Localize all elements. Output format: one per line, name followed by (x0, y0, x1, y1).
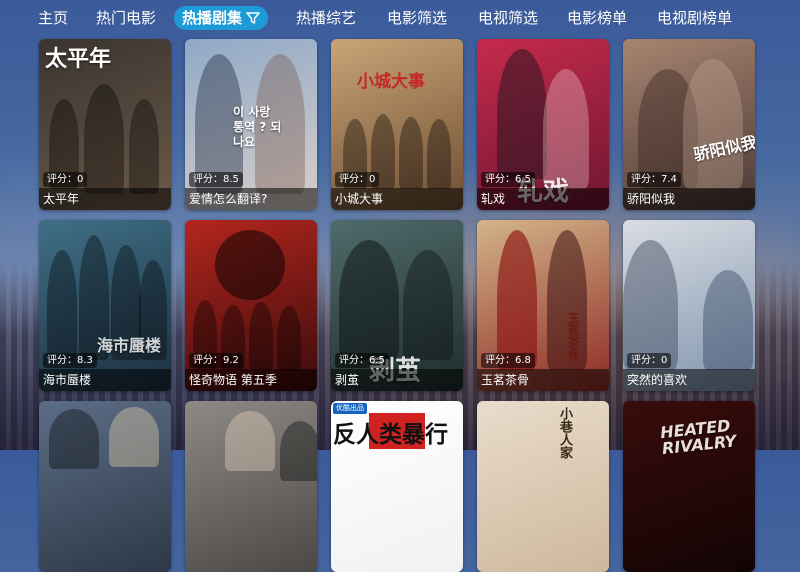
card-title: 剥茧 (331, 369, 463, 391)
poster-text: 小巷人家 (557, 407, 572, 459)
rating-badge: 评分：6.5 (481, 172, 535, 187)
card-title: 爱情怎么翻译? (185, 188, 317, 210)
nav-hot-series[interactable]: 热播剧集 (174, 6, 269, 30)
poster-text: 太平年 (45, 46, 112, 72)
media-card[interactable] (185, 401, 317, 572)
card-title: 玉茗茶骨 (477, 369, 609, 391)
media-card[interactable]: 太平年 评分：0 太平年 (39, 39, 171, 210)
rating-badge: 评分：0 (627, 353, 672, 368)
poster-text: 이 사랑 통역 ? 되나요 (233, 105, 282, 149)
nav-tv-charts[interactable]: 电视剧榜单 (657, 6, 732, 30)
media-card[interactable]: 小巷人家 (477, 401, 609, 572)
rating-badge: 评分：8.5 (189, 172, 243, 187)
nav-hot-series-label: 热播剧集 (182, 9, 243, 27)
poster-image: 优酷出品 反人类暴行 (331, 401, 463, 572)
nav-home[interactable]: 主页 (38, 6, 68, 30)
media-card[interactable] (39, 401, 171, 572)
filter-icon (246, 11, 260, 25)
poster-text: 玉茗茶骨 (566, 312, 580, 360)
media-card[interactable]: 이 사랑 통역 ? 되나요 评分：8.5 爱情怎么翻译? (185, 39, 317, 210)
media-card[interactable]: 玉茗茶骨 评分：6.8 玉茗茶骨 (477, 220, 609, 391)
card-title: 怪奇物语 第五季 (185, 369, 317, 391)
media-card[interactable]: HEATED RIVALRY (623, 401, 755, 572)
nav-hot-variety[interactable]: 热播综艺 (296, 6, 356, 30)
media-card[interactable]: 优酷出品 反人类暴行 (331, 401, 463, 572)
media-card[interactable]: 剥茧 评分：6.5 剥茧 (331, 220, 463, 391)
media-card[interactable]: 海市蜃楼 评分：8.3 海市蜃楼 (39, 220, 171, 391)
nav-movie-filter[interactable]: 电影筛选 (387, 6, 447, 30)
rating-badge: 评分：8.3 (43, 353, 97, 368)
top-navigation: 主页 热门电影 热播剧集 热播综艺 电影筛选 电视筛选 电影榜单 电视剧榜单 (0, 0, 800, 36)
nav-tv-filter[interactable]: 电视筛选 (478, 6, 538, 30)
rating-badge: 评分：6.5 (335, 353, 389, 368)
rating-badge: 评分：0 (335, 172, 380, 187)
media-card[interactable]: 评分：9.2 怪奇物语 第五季 (185, 220, 317, 391)
poster-image: 小巷人家 (477, 401, 609, 572)
poster-text: 反人类暴行 (333, 422, 448, 448)
rating-badge: 评分：0 (43, 172, 88, 187)
card-title: 小城大事 (331, 188, 463, 210)
nav-movie-charts[interactable]: 电影榜单 (567, 6, 627, 30)
poster-text: 小城大事 (357, 72, 425, 92)
media-card[interactable]: 小城大事 评分：0 小城大事 (331, 39, 463, 210)
card-title: 突然的喜欢 (623, 369, 755, 391)
poster-image (39, 401, 171, 572)
media-card[interactable]: 轧戏 评分：6.5 轧戏 (477, 39, 609, 210)
poster-image: HEATED RIVALRY (623, 401, 755, 572)
nav-hot-movies[interactable]: 热门电影 (96, 6, 156, 30)
media-card[interactable]: 骄阳似我 评分：7.4 骄阳似我 (623, 39, 755, 210)
card-title: 骄阳似我 (623, 188, 755, 210)
card-title: 轧戏 (477, 188, 609, 210)
rating-badge: 评分：7.4 (627, 172, 681, 187)
poster-text: 海市蜃楼 (97, 336, 162, 355)
rating-badge: 评分：9.2 (189, 353, 243, 368)
rating-badge: 评分：6.8 (481, 353, 535, 368)
card-title: 海市蜃楼 (39, 369, 171, 391)
media-card[interactable]: 评分：0 突然的喜欢 (623, 220, 755, 391)
studio-badge: 优酷出品 (333, 403, 367, 414)
poster-image (185, 401, 317, 572)
card-title: 太平年 (39, 188, 171, 210)
